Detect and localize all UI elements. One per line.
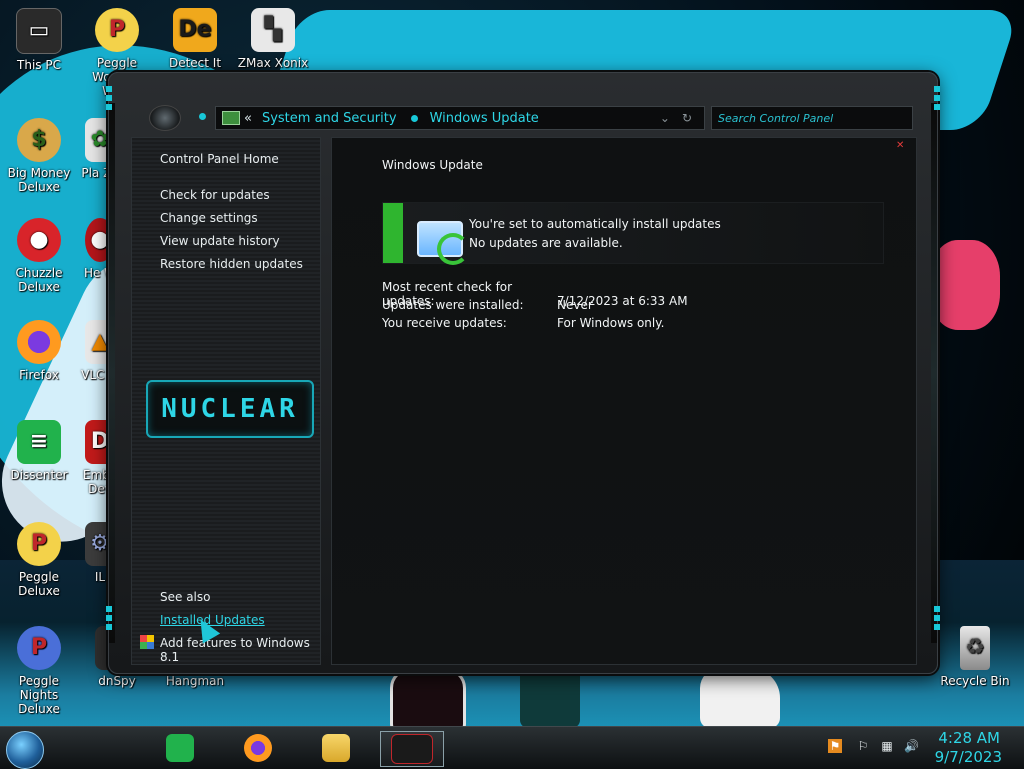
restore-hidden-updates-link[interactable]: Restore hidden updates	[160, 257, 303, 271]
action-center-flag-icon[interactable]: ⚐	[856, 739, 870, 753]
status-detail: No updates are available.	[469, 236, 623, 250]
desktop-icon-peggle-deluxe[interactable]: P Peggle Deluxe	[2, 522, 76, 598]
taskbar-app-dissenter[interactable]	[158, 731, 202, 765]
frame-accent	[106, 83, 112, 113]
desktop-icon-label: Dissenter	[10, 468, 68, 482]
breadcrumb-overflow[interactable]: «	[244, 111, 252, 126]
check-for-updates-link[interactable]: Check for updates	[160, 188, 270, 202]
breadcrumb-separator-icon	[410, 114, 418, 122]
desktop-icon-label: dnSpy	[98, 674, 136, 688]
back-forward-orb-icon[interactable]	[149, 105, 181, 131]
window-titlebar: « System and Security Windows Update ⌄ ↻	[129, 101, 919, 135]
dissenter-icon: ≡	[17, 420, 61, 464]
taskbar-app-explorer[interactable]	[314, 731, 358, 765]
desktop-icon-this-pc[interactable]: ▭ This PC	[2, 8, 76, 72]
desktop-icon-label: Hangman	[165, 674, 225, 688]
start-button[interactable]	[6, 731, 44, 769]
control-panel-home-link[interactable]: Control Panel Home	[160, 152, 279, 166]
recycle-bin-icon: ♻	[960, 626, 990, 670]
taskbar-app-control-panel[interactable]	[380, 731, 444, 767]
frame-accent	[934, 603, 940, 633]
control-panel-icon	[222, 111, 240, 125]
address-dropdown-icon[interactable]: ⌄	[660, 111, 670, 125]
desktop-icon-chuzzle[interactable]: ● Chuzzle Deluxe	[2, 218, 76, 294]
desktop-icon-label: Peggle Deluxe	[18, 570, 60, 598]
control-panel-window: « System and Security Windows Update ⌄ ↻…	[106, 72, 940, 674]
zmax-xonix-icon: ▚	[251, 8, 295, 52]
left-task-pane: Control Panel Home Check for updates Cha…	[131, 137, 321, 665]
taskbar-app-firefox[interactable]	[236, 731, 280, 765]
control-panel-icon	[391, 734, 433, 764]
volume-icon[interactable]: 🔊	[904, 739, 919, 753]
frame-accent	[934, 83, 940, 113]
address-bar[interactable]: « System and Security Windows Update ⌄ ↻	[215, 106, 705, 130]
wallpaper-shape	[390, 668, 466, 734]
info-row-installed: Updates were installed: Never	[382, 298, 593, 312]
status-color-bar	[383, 203, 403, 263]
info-label: You receive updates:	[382, 316, 507, 330]
change-settings-link[interactable]: Change settings	[160, 211, 258, 225]
add-features-link[interactable]: Add features to Windows 8.1	[160, 636, 320, 664]
tray-app-icon[interactable]: ⚑	[828, 739, 842, 753]
dissenter-icon	[166, 734, 194, 762]
wallpaper-shape	[930, 240, 1000, 330]
detect-it-easy-icon: De	[173, 8, 217, 52]
windows-update-icon	[417, 221, 469, 265]
see-also-heading: See also	[160, 590, 211, 604]
nuclear-theme-logo: NUCLEAR	[146, 380, 314, 438]
refresh-arrows-icon	[437, 233, 469, 265]
desktop-icon-label: Big Money Deluxe	[7, 166, 71, 194]
firefox-icon	[244, 734, 272, 762]
folder-icon	[322, 734, 350, 762]
desktop-icon-zmax-xonix[interactable]: ▚ ZMax Xonix	[236, 8, 310, 70]
update-status-box: You're set to automatically install upda…	[382, 202, 884, 265]
desktop-icon-label: This PC	[17, 58, 61, 72]
breadcrumb-windows-update[interactable]: Windows Update	[430, 111, 539, 126]
desktop-icon-recycle-bin[interactable]: ♻ Recycle Bin	[938, 626, 1012, 688]
chuzzle-icon: ●	[17, 218, 61, 262]
desktop-icon-label: Firefox	[19, 368, 59, 382]
nav-dot-icon	[199, 113, 206, 120]
view-update-history-link[interactable]: View update history	[160, 234, 280, 248]
refresh-icon[interactable]: ↻	[682, 111, 692, 125]
search-box[interactable]	[711, 106, 913, 130]
wallpaper-shape	[520, 668, 580, 728]
info-label: Updates were installed:	[382, 298, 524, 312]
desktop-icon-big-money[interactable]: $ Big Money Deluxe	[2, 118, 76, 194]
peggle-icon: P	[95, 8, 139, 52]
window-frame-right	[931, 103, 937, 643]
wallpaper-shape	[700, 668, 780, 728]
firefox-icon	[17, 320, 61, 364]
desktop-icon-firefox[interactable]: Firefox	[2, 320, 76, 382]
main-content-pane: Windows Update You're set to automatical…	[331, 137, 917, 665]
info-value: For Windows only.	[557, 316, 665, 330]
pane-close-icon[interactable]: ✕	[896, 140, 906, 151]
window-frame-left	[109, 103, 115, 643]
desktop-icon-peggle-nights[interactable]: P Peggle Nights Deluxe	[2, 626, 76, 716]
taskbar: ⚑ ⚐ ▦ 🔊 4:28 AM 9/7/2023	[0, 726, 1024, 769]
desktop-icon-label: Recycle Bin	[940, 674, 1010, 688]
desktop-icon-label: Chuzzle Deluxe	[15, 266, 63, 294]
frame-accent	[106, 603, 112, 633]
clock-date[interactable]: 9/7/2023	[935, 748, 1002, 766]
desktop-icon-label: Peggle Nights Deluxe	[18, 674, 60, 716]
search-input[interactable]	[712, 108, 904, 129]
breadcrumb-system-and-security[interactable]: System and Security	[262, 111, 397, 126]
info-value: Never	[557, 298, 593, 312]
computer-icon: ▭	[16, 8, 62, 54]
peggle-icon: P	[17, 626, 61, 670]
windows-features-icon	[140, 635, 154, 649]
desktop-icon-label: ZMax Xonix	[237, 56, 309, 70]
clock-time[interactable]: 4:28 AM	[938, 729, 1000, 747]
network-icon[interactable]: ▦	[880, 739, 894, 753]
status-headline: You're set to automatically install upda…	[469, 217, 721, 231]
desktop-icon-dissenter[interactable]: ≡ Dissenter	[2, 420, 76, 482]
page-title: Windows Update	[382, 158, 483, 172]
info-row-receive: You receive updates: For Windows only.	[382, 316, 664, 330]
money-bag-icon: $	[17, 118, 61, 162]
peggle-icon: P	[17, 522, 61, 566]
